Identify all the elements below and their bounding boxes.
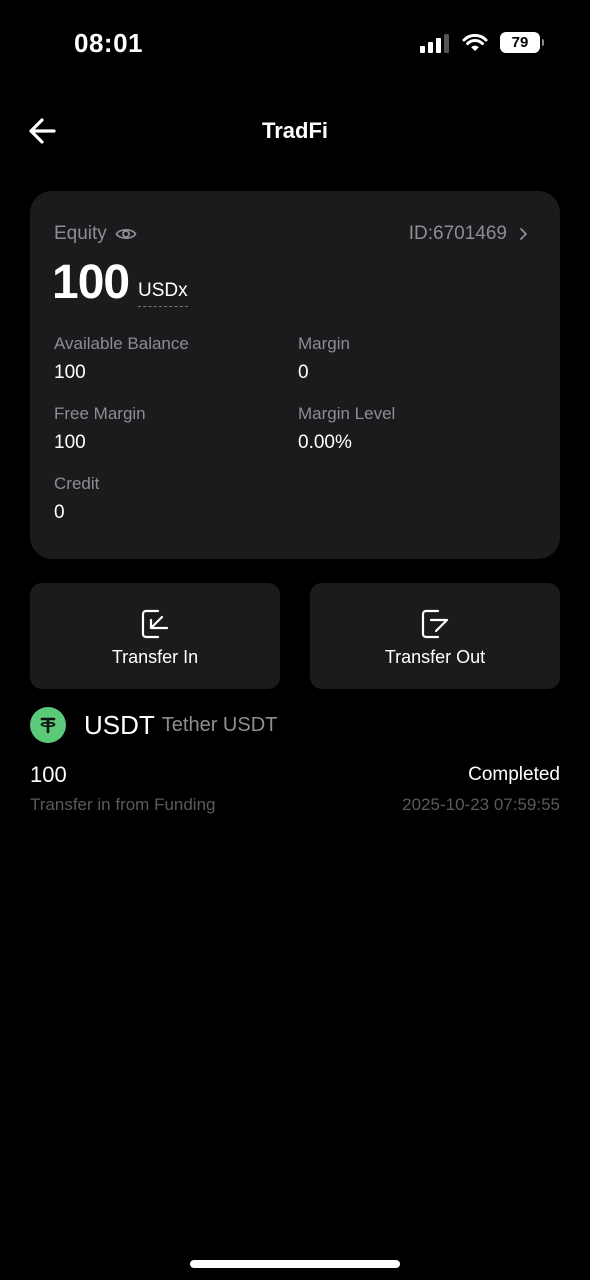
page-title: TradFi <box>261 118 328 143</box>
margin-value: 0 <box>298 362 309 383</box>
margin-stat: Margin 0 <box>298 334 350 384</box>
margin-level-value: 0.00% <box>298 432 352 453</box>
equity-unit[interactable]: USDx <box>138 280 188 307</box>
account-id: ID:6701469 <box>408 223 507 244</box>
credit-label: Credit <box>54 474 100 493</box>
available-balance-value: 100 <box>54 362 86 383</box>
transaction-timestamp: 2025-10-23 07:59:55 <box>402 795 560 814</box>
transaction-amount: 100 <box>30 762 67 787</box>
status-icons: 79 <box>420 32 544 53</box>
available-balance-label: Available Balance <box>54 334 189 353</box>
tether-logo-icon <box>30 707 66 743</box>
credit-value: 0 <box>54 502 65 523</box>
transfer-out-icon <box>421 609 449 639</box>
transfer-in-button[interactable]: Transfer In <box>30 583 280 689</box>
account-card: Equity ID:6701469 100 USDx Available Bal… <box>30 191 560 559</box>
transaction-status: Completed <box>468 764 560 785</box>
transfer-out-label: Transfer Out <box>384 647 486 667</box>
coin-header: USDT Tether USDT <box>30 706 277 744</box>
free-margin-value: 100 <box>54 432 86 453</box>
transfer-in-icon <box>141 609 169 639</box>
chevron-right-icon <box>520 228 527 240</box>
coin-name: Tether USDT <box>161 713 278 736</box>
battery-level: 79 <box>511 34 529 51</box>
free-margin-stat: Free Margin 100 <box>54 404 146 454</box>
transfer-in-label: Transfer In <box>111 647 199 667</box>
equity-label-row: Equity <box>54 223 137 245</box>
battery-icon: 79 <box>500 32 544 53</box>
available-balance-stat: Available Balance 100 <box>54 334 189 384</box>
margin-level-label: Margin Level <box>298 404 396 423</box>
header: TradFi <box>0 100 590 162</box>
status-time: 08:01 <box>74 28 143 58</box>
margin-level-stat: Margin Level 0.00% <box>298 404 395 454</box>
free-margin-label: Free Margin <box>54 404 146 423</box>
cellular-signal-icon <box>420 33 449 53</box>
wifi-icon <box>462 33 488 51</box>
margin-label: Margin <box>298 334 350 353</box>
transaction-description: Transfer in from Funding <box>30 795 216 814</box>
account-id-link[interactable]: ID:6701469 <box>409 223 528 245</box>
transfer-out-button[interactable]: Transfer Out <box>310 583 560 689</box>
status-bar: 08:01 79 <box>0 0 590 90</box>
coin-symbol: USDT <box>84 709 155 740</box>
equity-value: 100 <box>52 256 130 309</box>
credit-stat: Credit 0 <box>54 474 99 524</box>
eye-icon[interactable] <box>115 226 137 242</box>
home-indicator[interactable] <box>190 1260 400 1268</box>
equity-label: Equity <box>54 223 107 244</box>
